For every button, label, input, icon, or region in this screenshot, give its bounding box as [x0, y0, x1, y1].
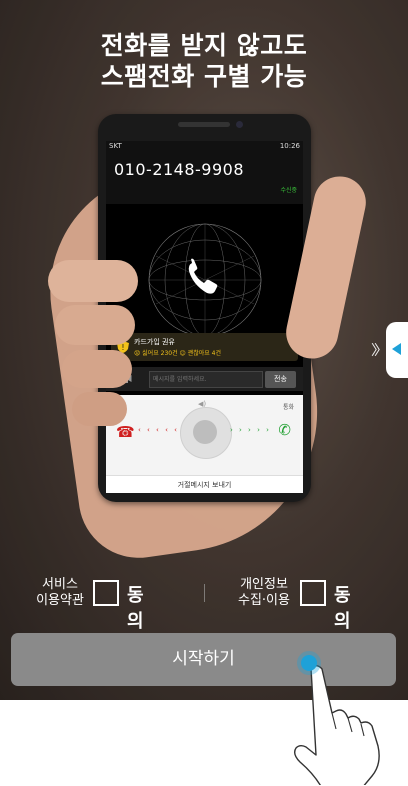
carrier-label: SKT [109, 142, 122, 150]
status-bar: SKT 10:26 [106, 141, 303, 152]
pointer-hand-icon [293, 665, 380, 785]
privacy-label: 개인정보 수집·이용 [234, 577, 294, 609]
agreement-divider [204, 584, 205, 602]
terms-checkbox[interactable] [93, 580, 119, 606]
hand-finger [72, 392, 127, 426]
side-tab[interactable] [386, 322, 408, 378]
phone-icon [148, 223, 262, 337]
status-time: 10:26 [279, 142, 300, 150]
spam-warning: ! 카드가입 권유 😟 싫어요 230건 😊 괜찮아요 4건 [111, 333, 298, 361]
hand-finger [62, 350, 132, 388]
privacy-agree-label[interactable]: 동의 [334, 581, 351, 633]
reject-message-button[interactable]: 거절메시지 보내기 [106, 475, 303, 493]
side-chevron-icon: 〉〉 [371, 343, 388, 359]
caller-number: 010-2148-9908 [114, 160, 245, 179]
decline-arrows: ‹ ‹ ‹ ‹ ‹ [138, 426, 179, 434]
privacy-label-line1: 개인정보 [240, 577, 288, 592]
hand-finger [55, 305, 135, 345]
message-row: 전송 [106, 367, 303, 391]
headline-line2: 스팸전화 구별 가능 [100, 62, 308, 91]
privacy-checkbox[interactable] [300, 580, 326, 606]
phone-screen: SKT 10:26 010-2148-9908 수신중 ! 카드가입 권유 😟 … [106, 141, 303, 493]
headline: 전화를 받지 않고도 스팸전화 구별 가능 [0, 30, 408, 92]
phone-camera [236, 121, 243, 128]
phone-mockup: SKT 10:26 010-2148-9908 수신중 ! 카드가입 권유 😟 … [98, 114, 311, 502]
decline-call-icon[interactable]: ☎ [116, 423, 135, 441]
phone-speaker [178, 122, 230, 127]
message-input[interactable] [149, 371, 263, 388]
caller-info: 010-2148-9908 수신중 [106, 152, 303, 204]
headline-line1: 전화를 받지 않고도 [100, 31, 308, 60]
warning-stats: 😟 싫어요 230건 😊 괜찮아요 4건 [134, 350, 221, 357]
terms-label: 서비스 이용약관 [35, 577, 85, 609]
warning-title: 카드가입 권유 [134, 338, 175, 346]
tap-indicator [301, 655, 317, 671]
accept-label: 통화 [282, 404, 294, 411]
privacy-label-line2: 수집·이용 [238, 593, 290, 608]
hand-finger [48, 260, 138, 302]
terms-label-line2: 이용약관 [36, 593, 84, 608]
svg-text:!: ! [121, 343, 124, 352]
terms-agree-label[interactable]: 동의 [127, 581, 144, 633]
call-slider-knob[interactable] [193, 420, 217, 444]
call-status: 수신중 [280, 187, 297, 194]
send-button[interactable]: 전송 [265, 371, 296, 388]
terms-label-line1: 서비스 [42, 577, 78, 592]
accept-arrows: › › › › › [230, 426, 271, 434]
side-arrow-icon [392, 343, 401, 355]
call-panel: 종료 ◀) 통화 ☎ ‹ ‹ ‹ ‹ ‹ › › › › › ✆ [106, 395, 303, 475]
accept-call-icon[interactable]: ✆ [278, 421, 291, 439]
